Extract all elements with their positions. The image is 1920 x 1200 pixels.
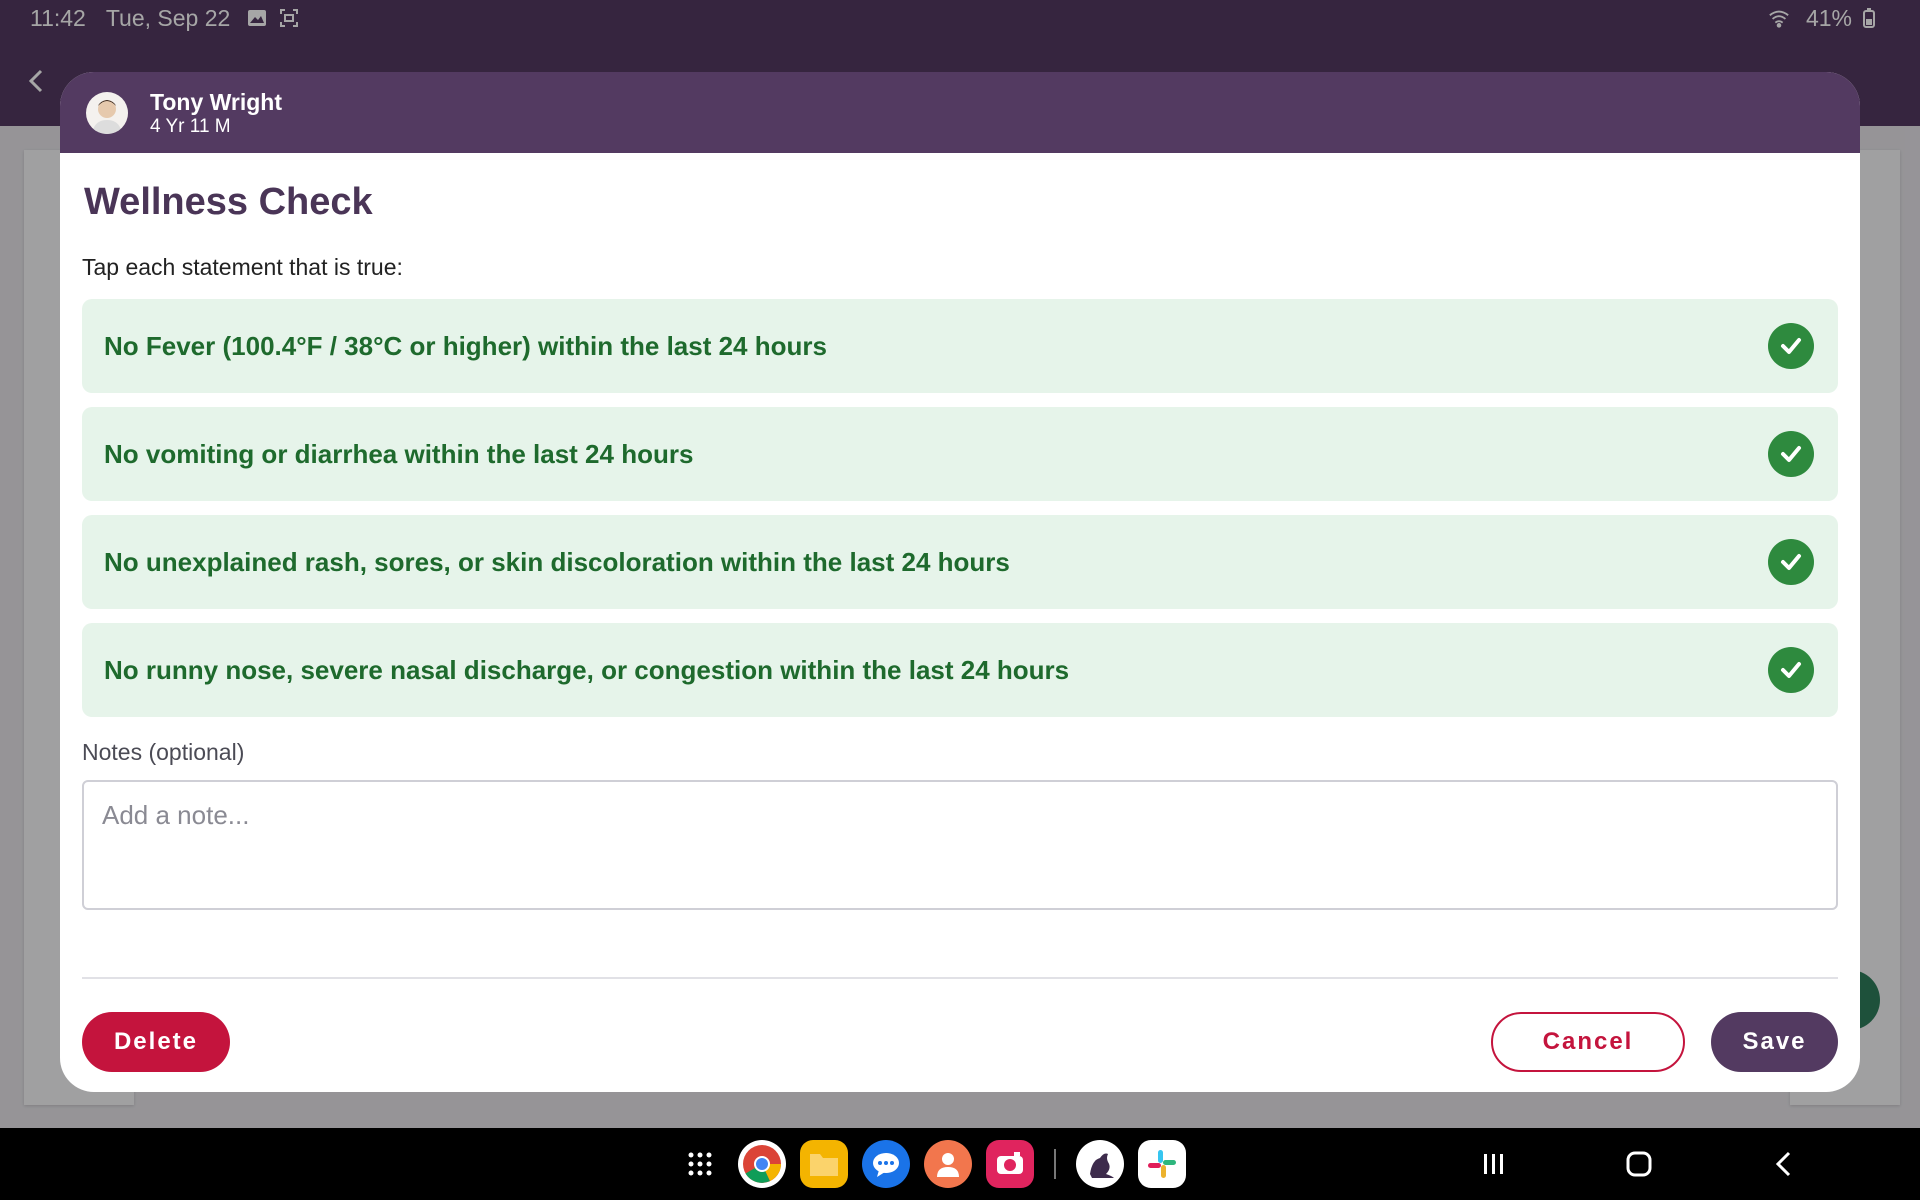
dialog-header: Tony Wright 4 Yr 11 M bbox=[60, 72, 1860, 153]
notes-label: Notes (optional) bbox=[82, 739, 245, 765]
instruction-text: Tap each statement that is true: bbox=[82, 254, 403, 280]
dialog-title: Wellness Check bbox=[84, 181, 373, 223]
taskbar-dock bbox=[676, 1140, 1186, 1188]
statement-label: No vomiting or diarrhea within the last … bbox=[104, 438, 694, 469]
recent-apps-icon[interactable] bbox=[1476, 1146, 1512, 1182]
statement-label: No runny nose, severe nasal discharge, o… bbox=[104, 654, 1070, 685]
back-icon[interactable] bbox=[1766, 1146, 1802, 1182]
files-icon[interactable] bbox=[800, 1140, 848, 1188]
notes-input[interactable] bbox=[82, 780, 1838, 910]
camera-icon[interactable] bbox=[986, 1140, 1034, 1188]
checkmark-icon bbox=[1768, 539, 1814, 585]
dock-separator bbox=[1054, 1149, 1056, 1179]
chrome-icon[interactable] bbox=[738, 1140, 786, 1188]
checkmark-icon bbox=[1768, 647, 1814, 693]
statement-label: No Fever (100.4°F / 38°C or higher) with… bbox=[104, 330, 827, 361]
navigation-bar bbox=[0, 1128, 1920, 1200]
messages-icon[interactable] bbox=[862, 1140, 910, 1188]
statement-label: No unexplained rash, sores, or skin disc… bbox=[104, 546, 1010, 577]
slack-icon[interactable] bbox=[1138, 1140, 1186, 1188]
kangaroo-app-icon[interactable] bbox=[1076, 1140, 1124, 1188]
cancel-button[interactable]: Cancel bbox=[1491, 1012, 1685, 1072]
statement-no-rash[interactable]: No unexplained rash, sores, or skin disc… bbox=[82, 515, 1838, 609]
statement-no-runny-nose[interactable]: No runny nose, severe nasal discharge, o… bbox=[82, 623, 1838, 717]
checkmark-icon bbox=[1768, 323, 1814, 369]
dialog-body: Wellness Check Tap each statement that i… bbox=[60, 153, 1860, 915]
statement-no-vomiting[interactable]: No vomiting or diarrhea within the last … bbox=[82, 407, 1838, 501]
child-age: 4 Yr 11 M bbox=[150, 115, 231, 137]
wellness-check-dialog: Tony Wright 4 Yr 11 M Wellness Check Tap… bbox=[60, 72, 1860, 1092]
contacts-icon[interactable] bbox=[924, 1140, 972, 1188]
statement-no-fever[interactable]: No Fever (100.4°F / 38°C or higher) with… bbox=[82, 299, 1838, 393]
footer-divider bbox=[82, 977, 1838, 979]
home-icon[interactable] bbox=[1621, 1146, 1657, 1182]
delete-button[interactable]: Delete bbox=[82, 1012, 230, 1072]
save-button[interactable]: Save bbox=[1711, 1012, 1838, 1072]
apps-grid-icon[interactable] bbox=[676, 1140, 724, 1188]
screen: 11:42 Tue, Sep 22 41% Tony Wright 4 Yr 1… bbox=[0, 0, 1920, 1200]
child-name: Tony Wright bbox=[150, 88, 283, 115]
child-info: Tony Wright 4 Yr 11 M bbox=[150, 88, 282, 138]
checkmark-icon bbox=[1768, 431, 1814, 477]
child-avatar bbox=[86, 91, 128, 134]
